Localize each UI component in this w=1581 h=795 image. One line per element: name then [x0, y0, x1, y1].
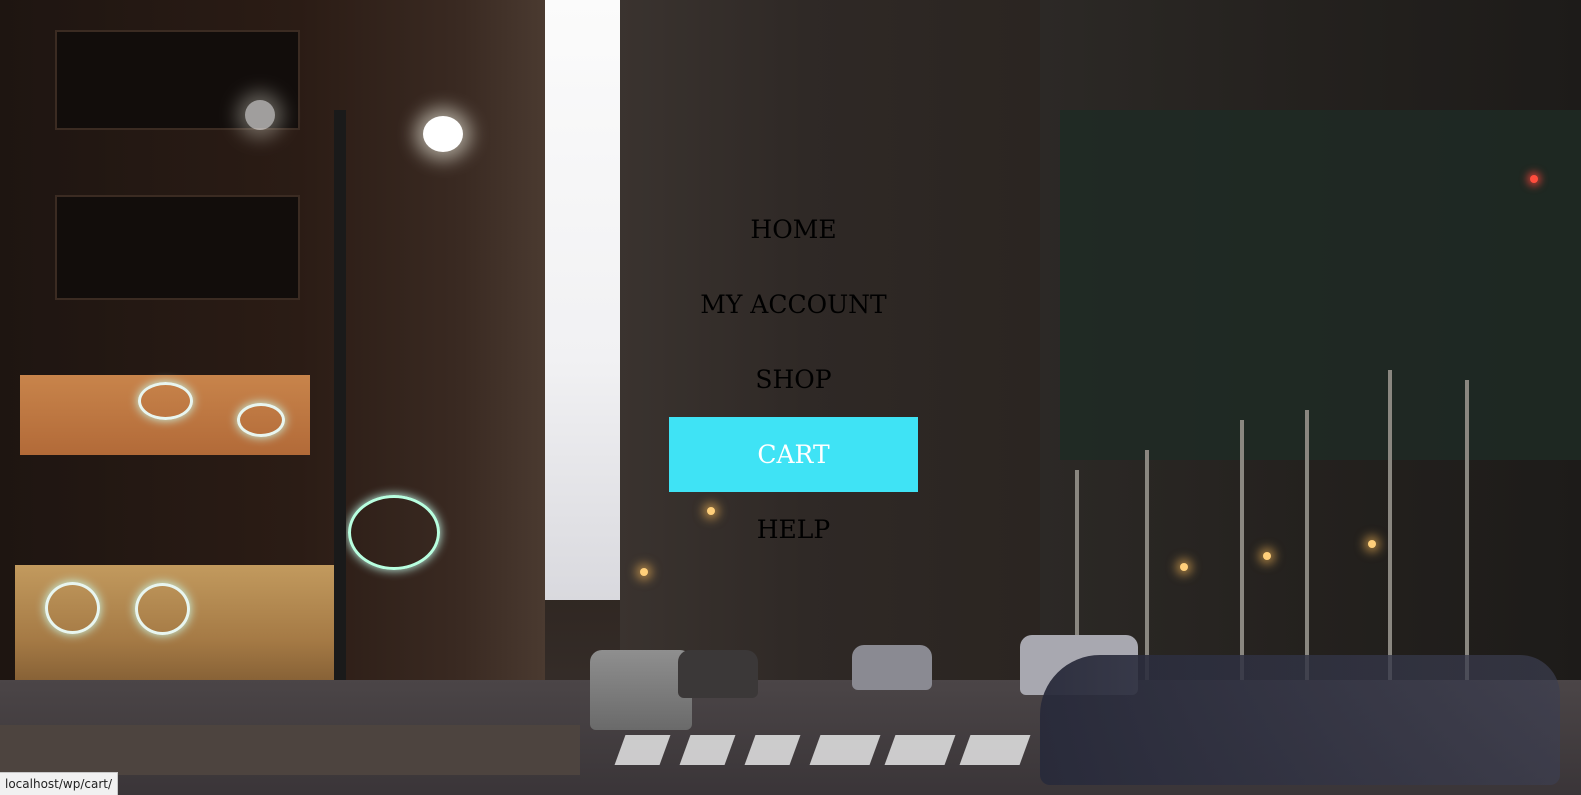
car	[590, 650, 692, 730]
browser-status-bar-url: localhost/wp/cart/	[0, 772, 119, 795]
street-light	[1368, 540, 1376, 548]
signal-light	[1530, 175, 1538, 183]
sidewalk	[0, 725, 580, 775]
crosswalk-stripe	[884, 735, 956, 765]
street-light	[640, 568, 648, 576]
neon-sign	[237, 403, 285, 437]
crosswalk-stripe	[959, 735, 1031, 765]
menu-link-home[interactable]: HOME	[669, 192, 918, 267]
menu-item-cart: CART	[669, 417, 918, 492]
car-motion-blur	[1040, 655, 1560, 785]
street-light	[1180, 563, 1188, 571]
scaffolding	[1060, 110, 1581, 460]
lamppost	[334, 110, 346, 750]
neon-sign	[138, 382, 193, 420]
menu-item-home: HOME	[669, 192, 918, 267]
street-lamp	[245, 100, 275, 130]
menu-link-shop[interactable]: SHOP	[669, 342, 918, 417]
menu-link-my-account[interactable]: MY ACCOUNT	[669, 267, 918, 342]
window	[55, 195, 300, 300]
menu-link-help[interactable]: HELP	[669, 492, 918, 567]
car	[678, 650, 758, 698]
menu-item-help: HELP	[669, 492, 918, 567]
car	[852, 645, 932, 690]
neon-sign	[45, 582, 100, 634]
neon-sign	[135, 583, 190, 635]
street-light	[1263, 552, 1271, 560]
crosswalk-stripe	[809, 735, 881, 765]
main-navigation-menu: HOME MY ACCOUNT SHOP CART HELP	[669, 192, 918, 567]
menu-link-cart[interactable]: CART	[669, 417, 918, 492]
neon-sign	[348, 495, 440, 570]
menu-item-shop: SHOP	[669, 342, 918, 417]
menu-item-my-account: MY ACCOUNT	[669, 267, 918, 342]
street-lamp	[423, 116, 463, 152]
